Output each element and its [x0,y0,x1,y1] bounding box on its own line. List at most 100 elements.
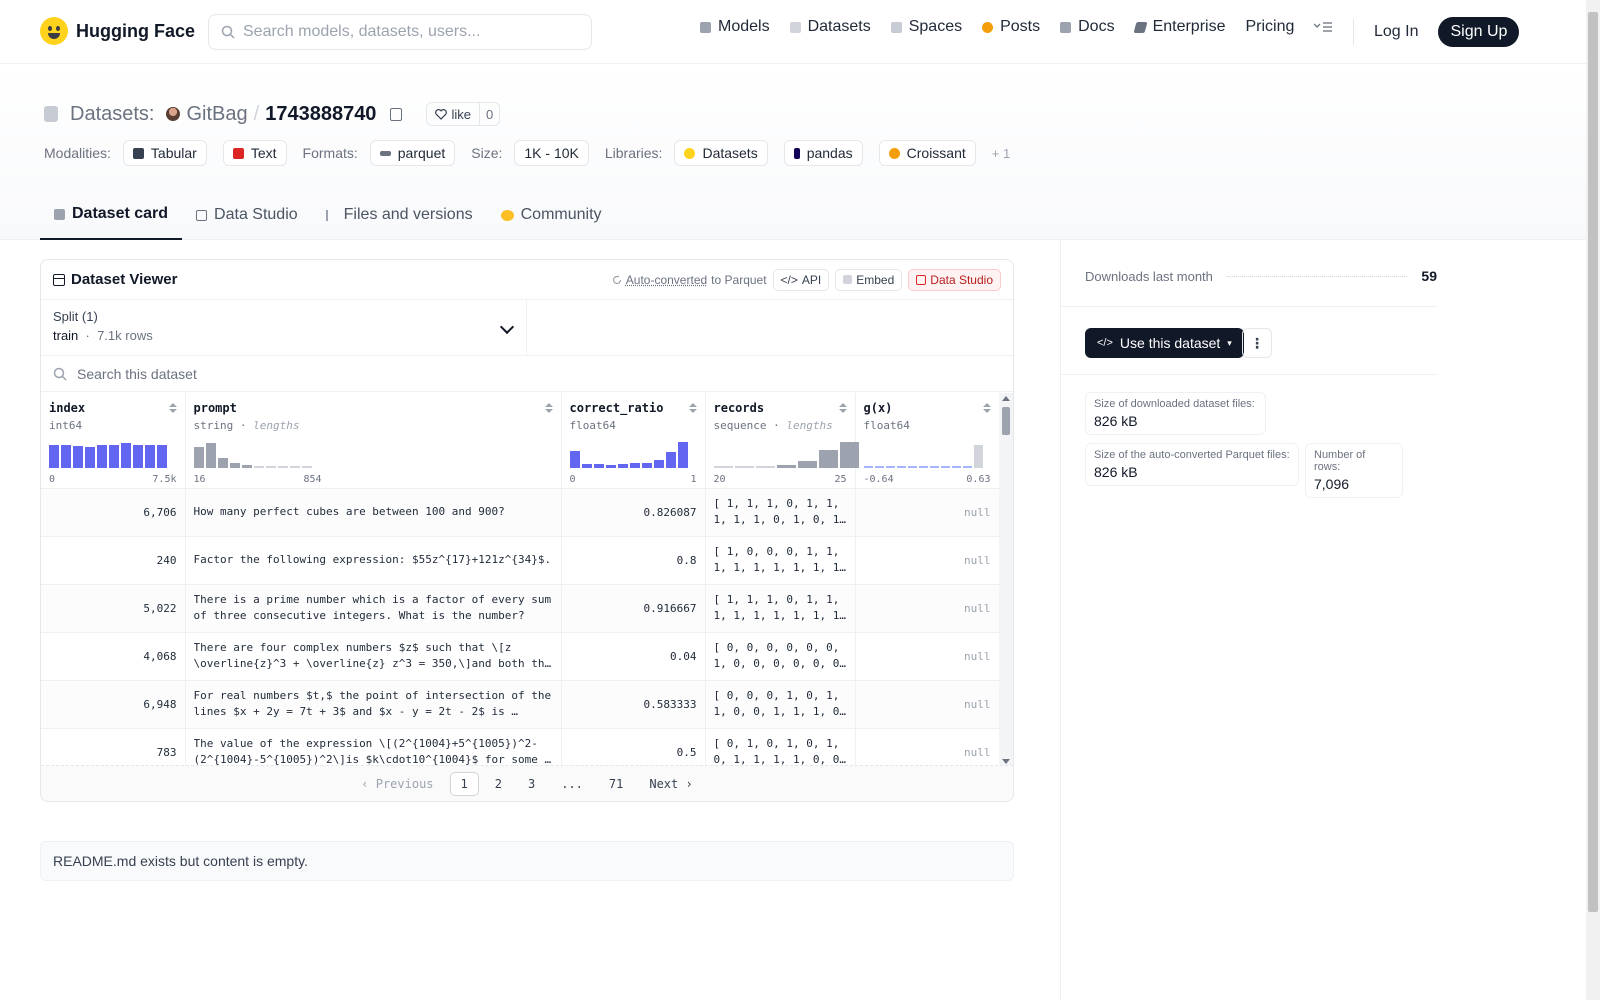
histogram-bar[interactable] [193,446,204,468]
histogram-bar[interactable] [217,457,228,468]
histogram-bar[interactable] [918,465,928,468]
tag-pandas[interactable]: pandas [783,140,863,166]
histogram-bar[interactable] [617,463,628,468]
tag-tabular[interactable]: Tabular [122,140,207,166]
table-scrollbar[interactable] [999,393,1013,767]
histogram-bar[interactable] [241,464,252,468]
page-scrollbar[interactable] [1586,0,1600,1000]
login-link[interactable]: Log In [1374,23,1418,41]
tag-datasets[interactable]: Datasets [674,140,768,166]
tag-size[interactable]: 1K - 10K [514,140,589,166]
page-scrollbar-thumb[interactable] [1588,12,1598,912]
copy-icon[interactable] [390,107,403,121]
histogram-bar[interactable] [940,465,950,468]
histogram-bar[interactable] [581,463,592,468]
owner-link[interactable]: GitBag [186,103,247,126]
histogram-bar[interactable] [85,446,95,468]
nav-spaces[interactable]: Spaces [890,18,962,36]
histogram-bar[interactable] [641,462,652,468]
histogram-bar[interactable] [951,465,961,468]
tab-data-studio[interactable]: Data Studio [182,190,312,240]
page-button[interactable]: 2 [485,773,512,795]
histogram-bar[interactable] [818,449,838,468]
column-header-correct-ratio[interactable]: correct_ratio float64 01 [561,393,706,489]
scrollbar-thumb[interactable] [1002,407,1010,435]
histogram-bar[interactable] [755,465,775,468]
histogram-bar[interactable] [157,444,167,468]
histogram-bar[interactable] [229,462,240,468]
histogram-bar[interactable] [973,444,983,468]
histogram-bar[interactable] [874,465,884,468]
histogram-bar[interactable] [121,442,131,468]
histogram-bar[interactable] [97,444,107,468]
sort-icon[interactable] [169,403,177,413]
scroll-up-icon[interactable] [1002,396,1010,401]
table-row[interactable]: 4,068 There are four complex numbers $z$ … [41,632,1000,681]
histogram-bar[interactable] [49,444,59,468]
histogram-bar[interactable] [277,465,288,468]
page-button[interactable]: 3 [518,773,545,795]
data-studio-button[interactable]: Data Studio [908,268,1001,291]
embed-button[interactable]: Embed [835,268,903,291]
histogram-bar[interactable] [907,465,917,468]
histogram-bar[interactable] [593,463,604,468]
nav-posts[interactable]: Posts [982,18,1040,36]
signup-button[interactable]: Sign Up [1438,17,1520,47]
histogram-bar[interactable] [253,465,264,468]
tag-croissant[interactable]: Croissant [878,140,976,166]
nav-models[interactable]: Models [700,18,770,36]
sort-icon[interactable] [545,403,553,413]
histogram-bar[interactable] [713,465,733,468]
column-header-records[interactable]: records sequence · lengths 20 25 [705,393,859,489]
histogram-bar[interactable] [205,442,216,468]
auto-converted-link[interactable]: Auto-converted [626,273,707,287]
nav-docs[interactable]: Docs [1060,18,1115,36]
home-logo-link[interactable]: Hugging Face [40,17,195,45]
tab-community[interactable]: Community [487,190,616,240]
scroll-down-icon[interactable] [1002,759,1010,764]
libraries-more[interactable]: + 1 [992,146,1010,161]
histogram-bar[interactable] [962,465,972,468]
global-search-input[interactable] [243,23,563,41]
split-selector[interactable]: Split (1) train · 7.1k rows [41,300,527,355]
table-row[interactable]: 6,948 For real numbers $t,$ the point of … [41,680,1000,729]
column-header-prompt[interactable]: prompt string · lengths 16 854 [185,393,562,489]
api-button[interactable]: </> API [772,268,830,291]
table-row[interactable]: 240 Factor the following expression: $55z… [41,536,1000,585]
histogram-bar[interactable] [265,465,276,468]
tab-files[interactable]: Files and versions [312,190,487,240]
histogram-bar[interactable] [863,465,873,468]
tag-parquet[interactable]: parquet [369,140,456,166]
histogram-bar[interactable] [109,444,119,468]
column-header-index[interactable]: index int64 0 7.5k [41,393,186,489]
repo-name-link[interactable]: 1743888740 [265,103,376,126]
global-search[interactable] [208,14,592,50]
use-this-dataset-button[interactable]: </> Use this dataset ▾ [1085,328,1244,358]
histogram-bar[interactable] [885,465,895,468]
histogram-bar[interactable] [629,462,640,468]
histogram-bar[interactable] [653,459,664,468]
histogram-bar[interactable] [301,465,312,468]
page-button[interactable]: 1 [449,771,479,796]
sort-icon[interactable] [983,403,991,413]
histogram-bar[interactable] [133,444,143,468]
histogram-bar[interactable] [569,450,580,468]
page-button[interactable]: 71 [599,773,633,795]
dataset-search[interactable] [41,356,1013,392]
column-header-gx[interactable]: g(x) float64 -0.64 0.63 [855,393,1000,489]
tab-dataset-card[interactable]: Dataset card [40,190,183,240]
histogram-bar[interactable] [289,465,300,468]
nav-datasets[interactable]: Datasets [789,18,871,36]
dataset-search-input[interactable] [77,365,677,382]
tag-text[interactable]: Text [222,140,287,166]
previous-page-button[interactable]: ‹ Previous [351,773,443,795]
histogram-bar[interactable] [145,444,155,468]
next-page-button[interactable]: Next › [639,773,702,795]
more-options-icon[interactable]: ⋮ [1242,328,1272,358]
histogram-bar[interactable] [61,444,71,468]
histogram-bar[interactable] [605,464,616,468]
histogram-bar[interactable] [896,465,906,468]
table-row[interactable]: 5,022 There is a prime number which is a … [41,584,1000,633]
histogram-bar[interactable] [665,451,676,468]
histogram-bar[interactable] [929,465,939,468]
